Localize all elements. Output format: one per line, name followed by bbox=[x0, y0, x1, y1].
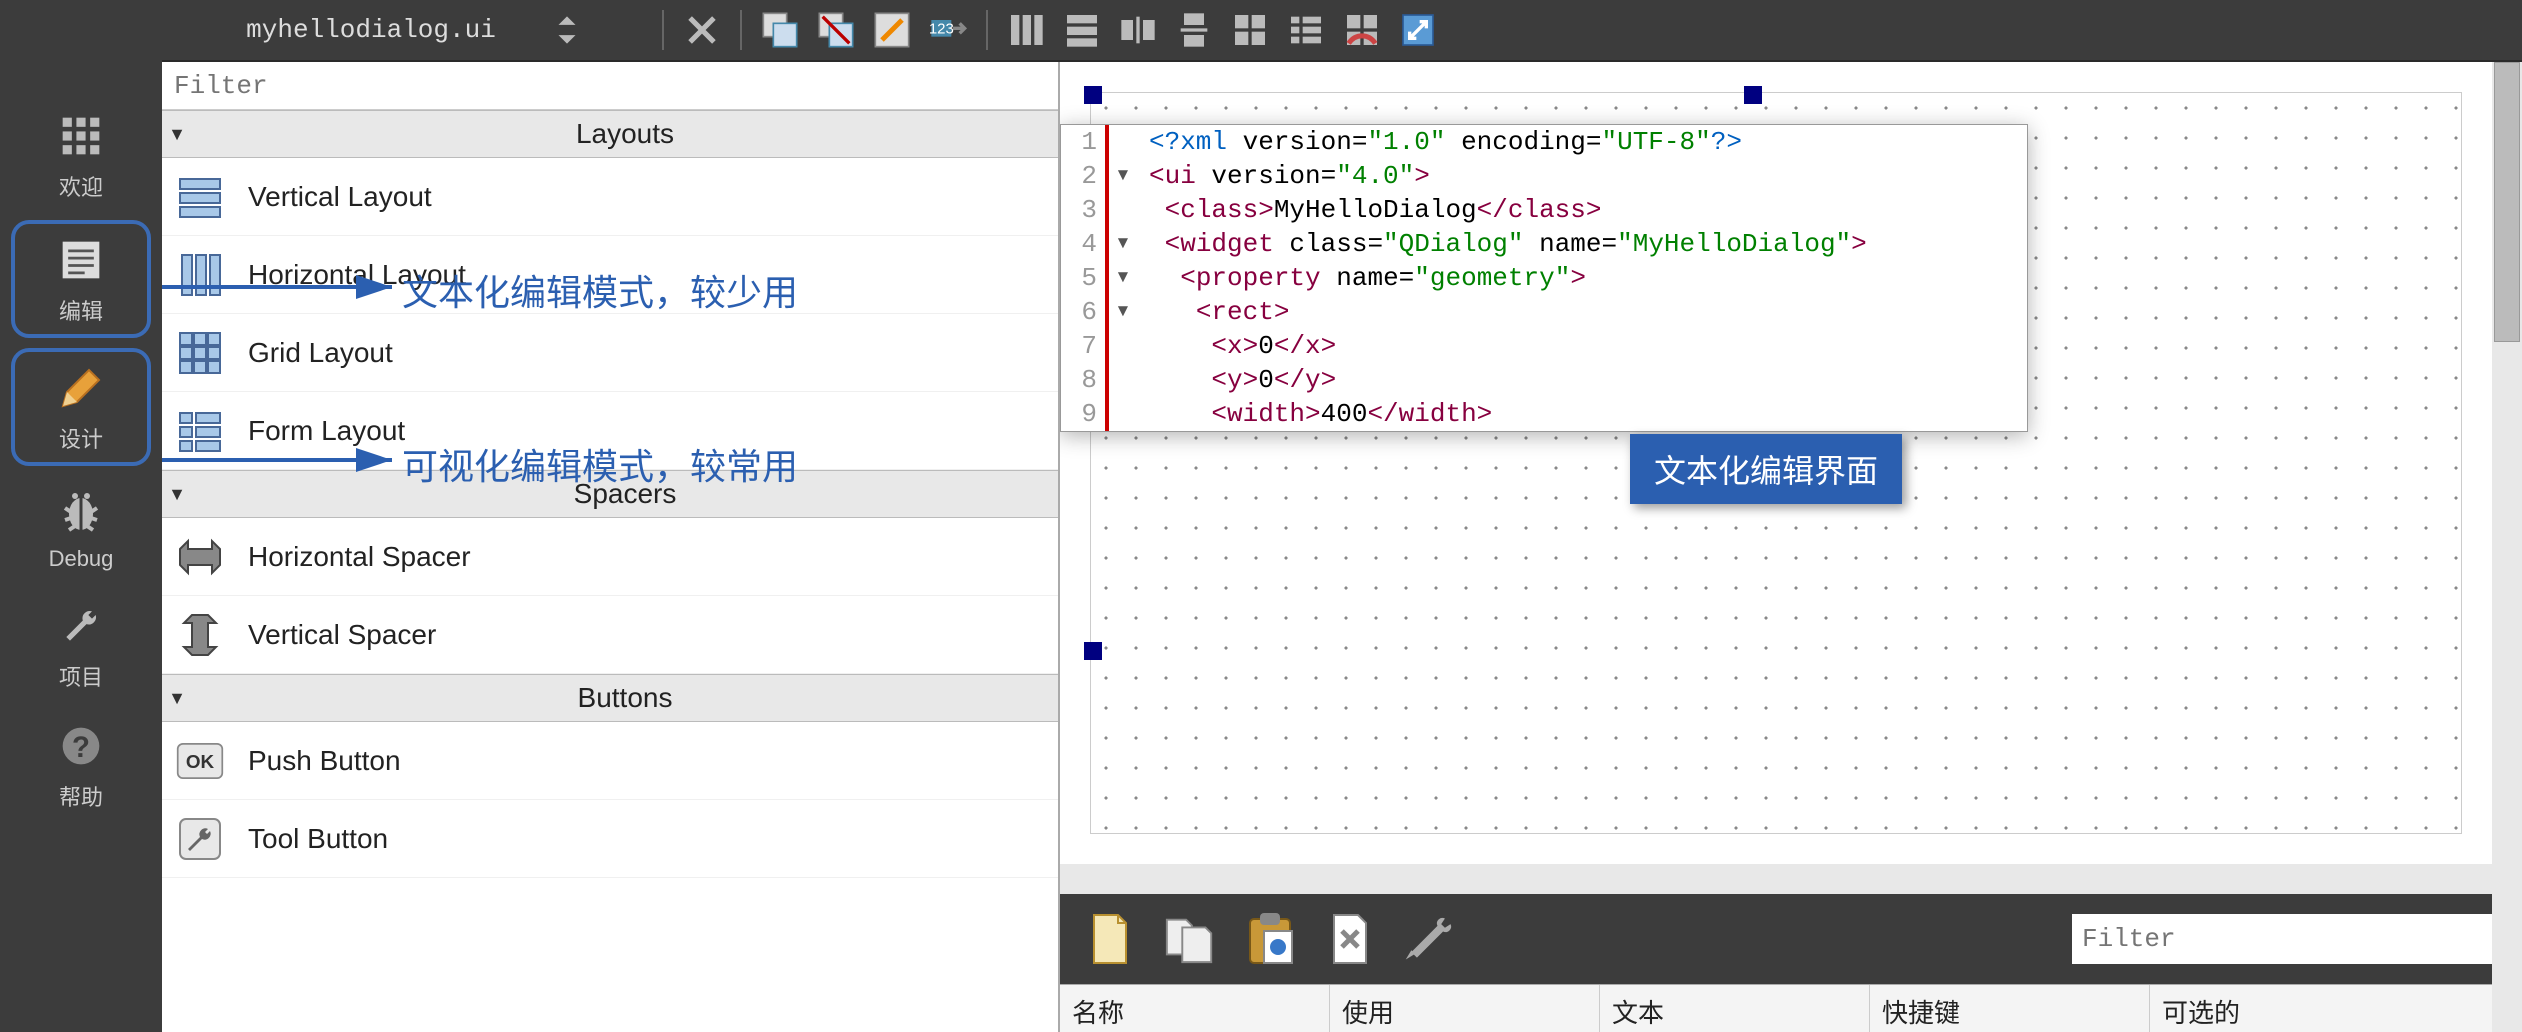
section-title: Spacers bbox=[192, 478, 1058, 510]
selection-handle[interactable] bbox=[1744, 86, 1762, 104]
xml-source-popup: 1<?xml version="1.0" encoding="UTF-8"?>2… bbox=[1060, 124, 2028, 432]
sidebar-label: Debug bbox=[49, 546, 114, 572]
canvas-area: 1<?xml version="1.0" encoding="UTF-8"?>2… bbox=[1060, 62, 2522, 1032]
sidebar-label: 编辑 bbox=[59, 294, 103, 326]
section-title: Layouts bbox=[192, 118, 1058, 150]
top-toolbar: myhellodialog.ui 123 bbox=[162, 0, 2522, 62]
separator bbox=[662, 10, 664, 50]
widget-filter-input[interactable] bbox=[162, 62, 1058, 110]
selection-handle[interactable] bbox=[1084, 642, 1102, 660]
action-filter-input[interactable] bbox=[2072, 914, 2502, 964]
widget-label: Horizontal Spacer bbox=[248, 541, 471, 573]
delete-action-button[interactable] bbox=[1320, 909, 1380, 969]
tool-newform-icon[interactable] bbox=[754, 4, 806, 56]
sidebar-label: 欢迎 bbox=[59, 170, 103, 202]
wrench-icon bbox=[53, 598, 109, 654]
layout-grid-icon[interactable] bbox=[1224, 4, 1276, 56]
sidebar-label: 帮助 bbox=[59, 780, 103, 812]
help-icon: ? bbox=[53, 718, 109, 774]
widget-label: Tool Button bbox=[248, 823, 388, 855]
th-text[interactable]: 文本 bbox=[1600, 985, 1870, 1032]
widget-grid-layout[interactable]: Grid Layout bbox=[162, 314, 1058, 392]
sidebar-label: 设计 bbox=[59, 422, 103, 454]
widget-push-button[interactable]: OK Push Button bbox=[162, 722, 1058, 800]
th-checkable[interactable]: 可选的 bbox=[2150, 985, 2522, 1032]
collapse-icon: ▼ bbox=[162, 688, 192, 709]
th-name[interactable]: 名称 bbox=[1060, 985, 1330, 1032]
paste-action-button[interactable] bbox=[1240, 909, 1300, 969]
collapse-icon: ▼ bbox=[162, 484, 192, 505]
tool-edit-buddies-icon[interactable] bbox=[866, 4, 918, 56]
vlayout-icon bbox=[172, 169, 228, 225]
sidebar-item-design[interactable]: 设计 bbox=[11, 348, 151, 466]
break-layout-icon[interactable] bbox=[1336, 4, 1388, 56]
layout-hsplit-icon[interactable] bbox=[1112, 4, 1164, 56]
sidebar-label: 项目 bbox=[59, 660, 103, 692]
layout-form-icon[interactable] bbox=[1280, 4, 1332, 56]
widget-box: ▼ Layouts Vertical Layout Horizontal Lay… bbox=[162, 62, 1060, 1032]
widget-label: Form Layout bbox=[248, 415, 405, 447]
form-canvas[interactable]: 1<?xml version="1.0" encoding="UTF-8"?>2… bbox=[1060, 62, 2522, 864]
svg-text:OK: OK bbox=[186, 750, 215, 771]
separator bbox=[740, 10, 742, 50]
sidebar-item-welcome[interactable]: 欢迎 bbox=[11, 100, 151, 210]
section-title: Buttons bbox=[192, 682, 1058, 714]
svg-text:?: ? bbox=[72, 731, 90, 764]
close-button[interactable] bbox=[676, 4, 728, 56]
layout-vertical-icon[interactable] bbox=[1056, 4, 1108, 56]
widget-label: Push Button bbox=[248, 745, 401, 777]
section-header-spacers[interactable]: ▼ Spacers bbox=[162, 470, 1058, 518]
section-header-layouts[interactable]: ▼ Layouts bbox=[162, 110, 1058, 158]
collapse-icon: ▼ bbox=[162, 124, 192, 145]
new-action-button[interactable] bbox=[1080, 909, 1140, 969]
widget-horizontal-spacer[interactable]: Horizontal Spacer bbox=[162, 518, 1058, 596]
separator bbox=[986, 10, 988, 50]
widget-label: Vertical Layout bbox=[248, 181, 432, 213]
action-editor: 名称 使用 文本 快捷键 可选的 bbox=[1060, 894, 2522, 1032]
adjust-size-icon[interactable] bbox=[1392, 4, 1444, 56]
mode-sidebar: 欢迎 编辑 设计 Debug 项目 bbox=[0, 0, 162, 1032]
hlayout-icon bbox=[172, 247, 228, 303]
th-used[interactable]: 使用 bbox=[1330, 985, 1600, 1032]
vspacer-icon bbox=[172, 607, 228, 663]
configure-action-button[interactable] bbox=[1400, 909, 1460, 969]
widget-horizontal-layout[interactable]: Horizontal Layout bbox=[162, 236, 1058, 314]
actions-table-header: 名称 使用 文本 快捷键 可选的 bbox=[1060, 984, 2522, 1032]
widget-form-layout[interactable]: Form Layout bbox=[162, 392, 1058, 470]
toolbutton-icon bbox=[172, 811, 228, 867]
selection-handle[interactable] bbox=[1084, 86, 1102, 104]
layout-vsplit-icon[interactable] bbox=[1168, 4, 1220, 56]
vertical-scrollbar[interactable] bbox=[2492, 62, 2522, 1032]
tool-edit-signals-icon[interactable] bbox=[810, 4, 862, 56]
widget-vertical-layout[interactable]: Vertical Layout bbox=[162, 158, 1058, 236]
widget-vertical-spacer[interactable]: Vertical Spacer bbox=[162, 596, 1058, 674]
copy-action-button[interactable] bbox=[1160, 909, 1220, 969]
formlayout-icon bbox=[172, 403, 228, 459]
edit-icon bbox=[53, 232, 109, 288]
sidebar-item-project[interactable]: 项目 bbox=[11, 590, 151, 700]
section-header-buttons[interactable]: ▼ Buttons bbox=[162, 674, 1058, 722]
pencil-icon bbox=[53, 360, 109, 416]
hspacer-icon bbox=[172, 529, 228, 585]
pushbutton-icon: OK bbox=[172, 733, 228, 789]
updown-icon[interactable] bbox=[556, 13, 578, 47]
annotation-badge: 文本化编辑界面 bbox=[1630, 434, 1902, 504]
filename-label: myhellodialog.ui bbox=[246, 15, 496, 45]
gridlayout-icon bbox=[172, 325, 228, 381]
widget-label: Grid Layout bbox=[248, 337, 393, 369]
sidebar-item-help[interactable]: ? 帮助 bbox=[11, 710, 151, 820]
widget-label: Vertical Spacer bbox=[248, 619, 436, 651]
widget-tool-button[interactable]: Tool Button bbox=[162, 800, 1058, 878]
sidebar-item-debug[interactable]: Debug bbox=[11, 476, 151, 580]
grid-icon bbox=[53, 108, 109, 164]
widget-label: Horizontal Layout bbox=[248, 259, 466, 291]
sidebar-item-edit[interactable]: 编辑 bbox=[11, 220, 151, 338]
file-tab[interactable]: myhellodialog.ui bbox=[172, 13, 652, 47]
layout-horizontal-icon[interactable] bbox=[1000, 4, 1052, 56]
horizontal-scrollbar[interactable] bbox=[1060, 864, 2522, 894]
svg-text:123: 123 bbox=[929, 20, 954, 37]
th-shortcut[interactable]: 快捷键 bbox=[1870, 985, 2150, 1032]
bug-icon bbox=[53, 484, 109, 540]
tool-edit-tab-order-icon[interactable]: 123 bbox=[922, 4, 974, 56]
